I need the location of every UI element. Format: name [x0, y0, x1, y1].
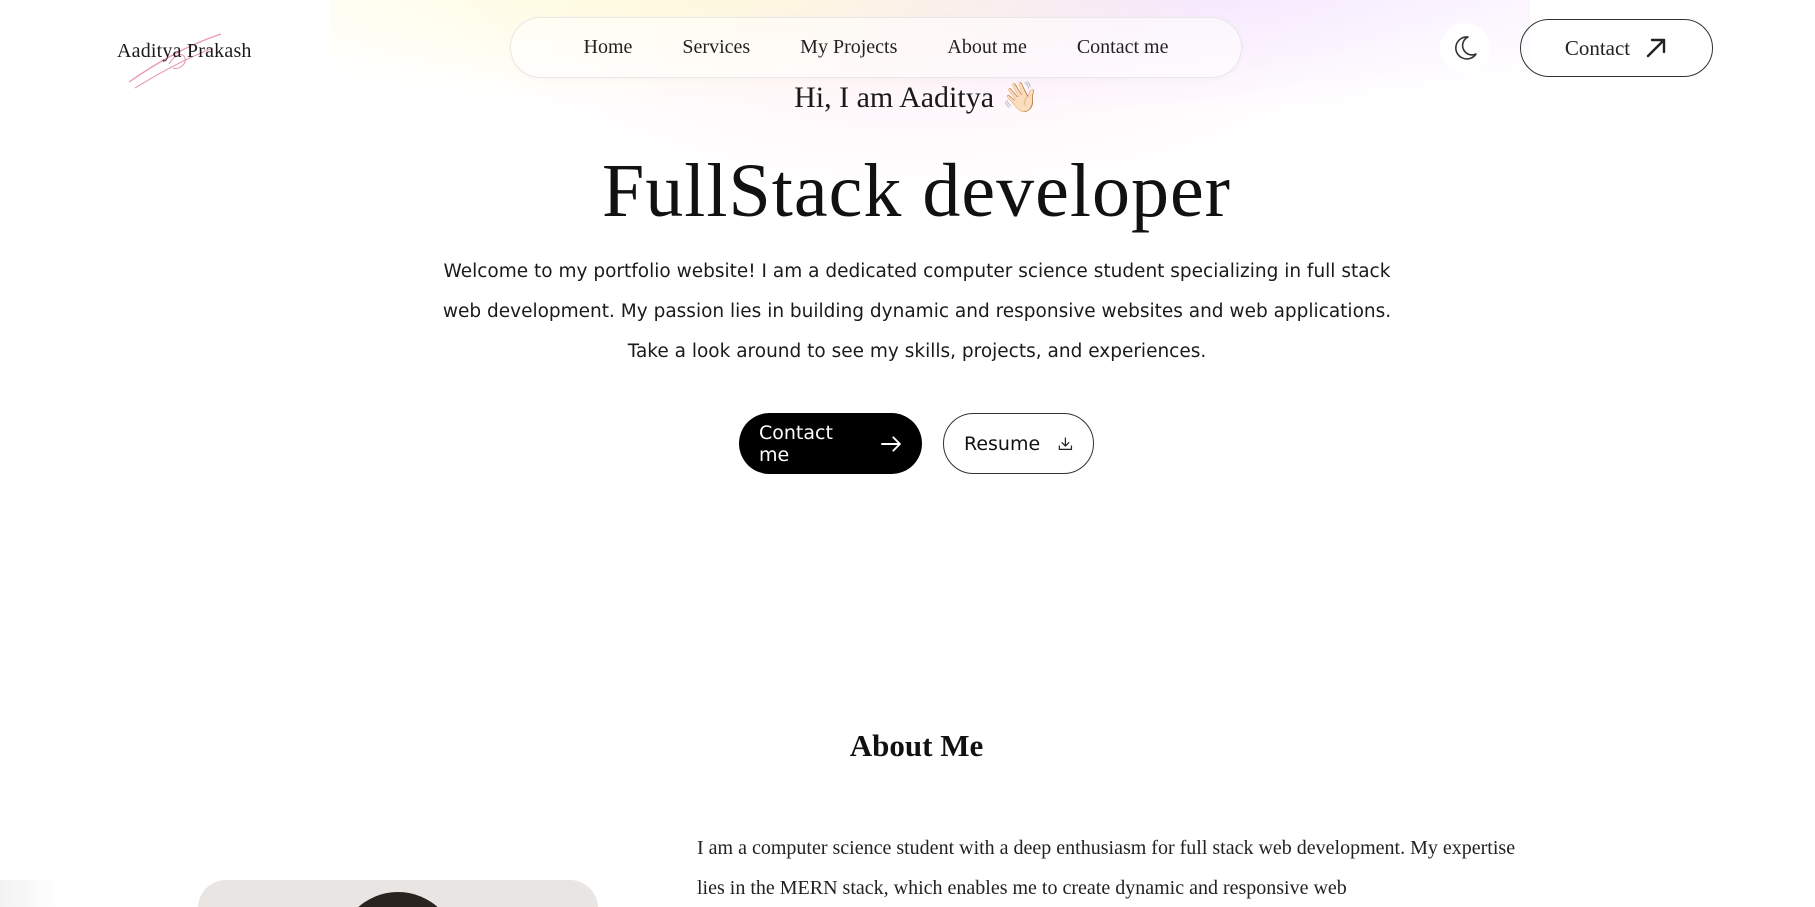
- hero-title: FullStack developer: [602, 149, 1231, 233]
- nav-item-my-projects[interactable]: My Projects: [800, 36, 897, 59]
- contact-me-label: Contact me: [759, 421, 833, 466]
- nav-item-about-me[interactable]: About me: [947, 36, 1026, 59]
- contact-button[interactable]: Contact: [1520, 19, 1713, 77]
- moon-icon: [1455, 36, 1477, 60]
- profile-photo-hair: [338, 892, 458, 907]
- hero-description: Welcome to my portfolio website! I am a …: [442, 261, 1392, 362]
- resume-label: Resume: [964, 432, 1041, 455]
- hero-actions: Contact me Resume: [739, 413, 1094, 474]
- arrow-up-right-icon: [1646, 38, 1666, 58]
- profile-photo: [198, 880, 598, 907]
- logo[interactable]: Aaditya Prakash: [117, 33, 277, 89]
- portfolio-page: Aaditya Prakash Home Services My Project…: [0, 0, 1815, 907]
- download-icon: [1058, 436, 1073, 450]
- about-section-title: About Me: [849, 728, 984, 763]
- hero-greeting: Hi, I am Aaditya 👋🏻: [794, 81, 1039, 114]
- logo-text: Aaditya Prakash: [117, 40, 252, 62]
- contact-me-button[interactable]: Contact me: [739, 413, 922, 474]
- nav-item-services[interactable]: Services: [682, 36, 750, 59]
- nav-item-home[interactable]: Home: [584, 36, 633, 59]
- about-description: I am a computer science student with a d…: [697, 837, 1516, 899]
- theme-toggle-button[interactable]: [1440, 23, 1490, 73]
- main-nav: Home Services My Projects About me Conta…: [510, 17, 1242, 78]
- edge-shadow: [0, 880, 60, 907]
- contact-button-label: Contact: [1564, 35, 1631, 60]
- resume-button[interactable]: Resume: [943, 413, 1094, 474]
- arrow-right-icon: [881, 435, 902, 452]
- nav-item-contact-me[interactable]: Contact me: [1077, 36, 1169, 59]
